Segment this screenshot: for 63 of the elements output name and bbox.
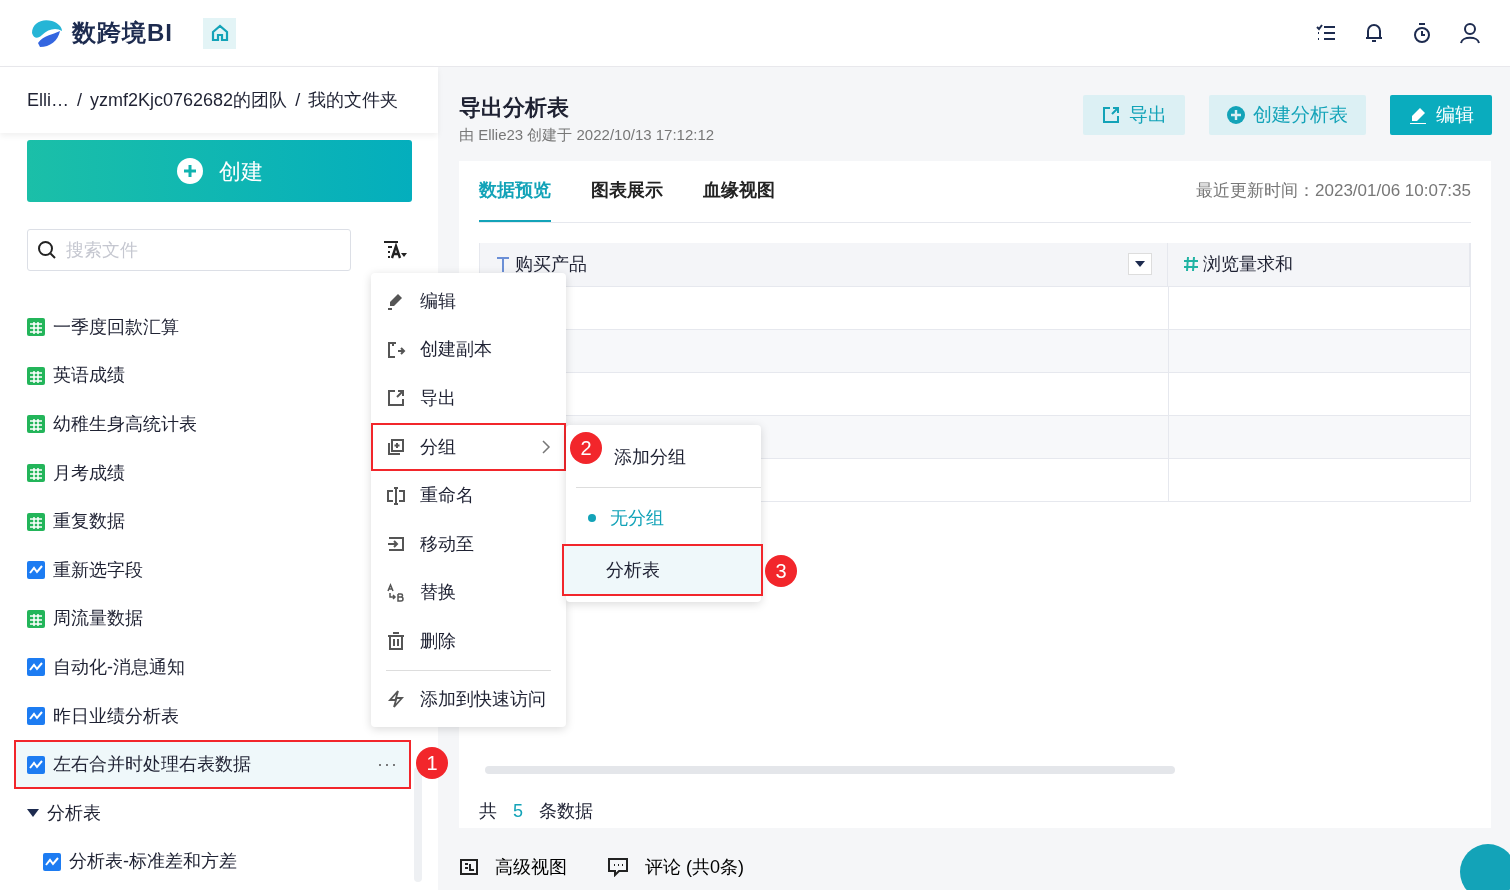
- column-title: 浏览量求和: [1203, 252, 1293, 276]
- page-title: 导出分析表: [459, 94, 570, 122]
- bottom-bar-button[interactable]: 评论 (共0条): [607, 853, 744, 881]
- search-field[interactable]: 搜索文件: [27, 229, 351, 271]
- breadcrumb-separator: /: [295, 88, 301, 112]
- count-suffix: 条数据: [539, 799, 593, 823]
- file-item[interactable]: 分析表-标准差和方差: [14, 837, 411, 887]
- breadcrumb-link[interactable]: yzmf2Kjc0762682的团队: [90, 86, 288, 114]
- scrollbar[interactable]: [414, 767, 422, 882]
- chart-icon: [27, 561, 45, 580]
- chat-button[interactable]: [1460, 844, 1510, 890]
- tab[interactable]: 图表展示: [591, 160, 663, 222]
- table-icon: [27, 318, 45, 337]
- pencil-icon: [1408, 105, 1428, 125]
- copy-icon: [386, 339, 406, 360]
- row-count: 5: [513, 799, 523, 823]
- created-info: 由 Ellie23 创建于 2022/10/13 17:12:12: [459, 125, 715, 145]
- bottom-bar-button[interactable]: 高级视图: [459, 853, 567, 881]
- layout-icon: [459, 857, 479, 877]
- menu-item[interactable]: 分析表: [562, 544, 763, 596]
- export-icon: [1101, 105, 1121, 125]
- rename-icon: [386, 485, 406, 506]
- comment-icon: [607, 857, 629, 877]
- plus-icon: [176, 158, 203, 184]
- table-icon: [27, 609, 45, 628]
- chart-icon: [27, 755, 45, 774]
- column-title: 购买产品: [515, 252, 587, 276]
- chart-icon: [27, 658, 45, 677]
- logo-text: 数跨境BI: [72, 18, 173, 48]
- delete-icon: [386, 631, 406, 652]
- caret-icon[interactable]: [27, 808, 39, 819]
- table-icon: [27, 415, 45, 434]
- tab[interactable]: 血缘视图: [703, 160, 775, 222]
- table-icon: [27, 366, 45, 385]
- file-item[interactable]: 左右合并时处理右表数据 ···: [14, 740, 411, 789]
- plus-icon: [1227, 106, 1245, 124]
- breadcrumb-separator: /: [77, 88, 83, 112]
- horizontal-scrollbar[interactable]: [485, 765, 1175, 774]
- more-button[interactable]: ···: [377, 751, 398, 779]
- file-item[interactable]: 分析表: [14, 788, 411, 838]
- replace-icon: [386, 582, 406, 603]
- annotation-marker: 1: [416, 747, 448, 779]
- sort-icon[interactable]: [382, 239, 408, 261]
- home-icon: [210, 24, 229, 42]
- update-time: 最近更新时间：2023/01/06 10:07:35: [1196, 180, 1471, 203]
- search-icon: [37, 240, 57, 260]
- user-icon[interactable]: [1458, 21, 1482, 45]
- selected-dot: [588, 514, 596, 522]
- group-icon: [386, 437, 406, 458]
- dropdown-button[interactable]: [1128, 253, 1152, 275]
- number-type-icon: [1183, 255, 1199, 273]
- breadcrumb-link[interactable]: Elli…: [27, 86, 69, 114]
- chart-icon: [43, 852, 61, 871]
- table-icon: [27, 464, 45, 483]
- breadcrumb-current: 我的文件夹: [308, 88, 399, 112]
- chart-icon: [27, 707, 45, 726]
- export-icon: [386, 388, 406, 409]
- text-type-icon: [495, 255, 511, 273]
- bolt-icon: [386, 689, 406, 710]
- table-icon: [27, 512, 45, 531]
- home-button[interactable]: [203, 17, 236, 49]
- count-prefix: 共: [479, 799, 497, 823]
- menu-item[interactable]: 添加分组: [606, 431, 761, 483]
